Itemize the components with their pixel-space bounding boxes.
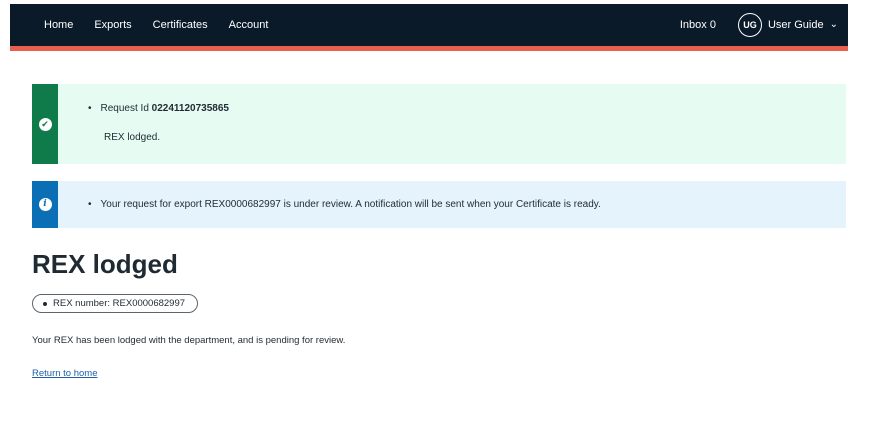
return-home-link[interactable]: Return to home — [32, 368, 97, 379]
info-alert-strip: i — [32, 181, 58, 228]
status-description: Your REX has been lodged with the depart… — [32, 335, 346, 346]
nav-account[interactable]: Account — [229, 19, 269, 31]
top-navigation-bar: Home Exports Certificates Account Inbox … — [10, 4, 848, 46]
check-circle-icon: ✔ — [38, 117, 52, 131]
user-area: Inbox 0 UG User Guide ⌄ — [680, 13, 838, 37]
header-accent-line — [10, 46, 848, 51]
success-alert-strip: ✔ — [32, 84, 58, 164]
info-alert-body: • Your request for export REX0000682997 … — [58, 181, 846, 228]
main-nav: Home Exports Certificates Account — [44, 19, 268, 31]
avatar[interactable]: UG — [737, 13, 762, 37]
info-alert: i • Your request for export REX000068299… — [32, 181, 846, 228]
user-menu-label[interactable]: User Guide — [768, 19, 824, 31]
nav-home[interactable]: Home — [44, 19, 73, 31]
tag-dot — [43, 301, 47, 306]
success-alert-message: REX lodged. — [104, 132, 161, 143]
success-alert-body: • Request Id 02241120735865 REX lodged. — [58, 84, 846, 164]
page-title: REX lodged — [32, 249, 178, 279]
nav-certificates[interactable]: Certificates — [153, 19, 208, 31]
success-alert-request-line: • Request Id 02241120735865 — [88, 103, 846, 114]
request-id-label: Request Id — [100, 103, 149, 114]
request-id-value: 02241120735865 — [151, 103, 229, 114]
inbox-link[interactable]: Inbox 0 — [680, 19, 716, 31]
info-alert-line: • Your request for export REX0000682997 … — [88, 199, 601, 210]
rex-number-tag: REX number: REX0000682997 — [32, 294, 199, 313]
info-alert-message: Your request for export REX0000682997 is… — [100, 199, 601, 210]
rex-number-text: REX number: REX0000682997 — [53, 298, 186, 309]
info-circle-icon: i — [38, 198, 52, 211]
nav-exports[interactable]: Exports — [94, 19, 131, 31]
success-alert: ✔ • Request Id 02241120735865 REX lodged… — [32, 84, 846, 164]
chevron-down-icon[interactable]: ⌄ — [830, 19, 838, 30]
bullet-dot: • — [88, 103, 92, 114]
bullet-dot: • — [88, 199, 92, 210]
